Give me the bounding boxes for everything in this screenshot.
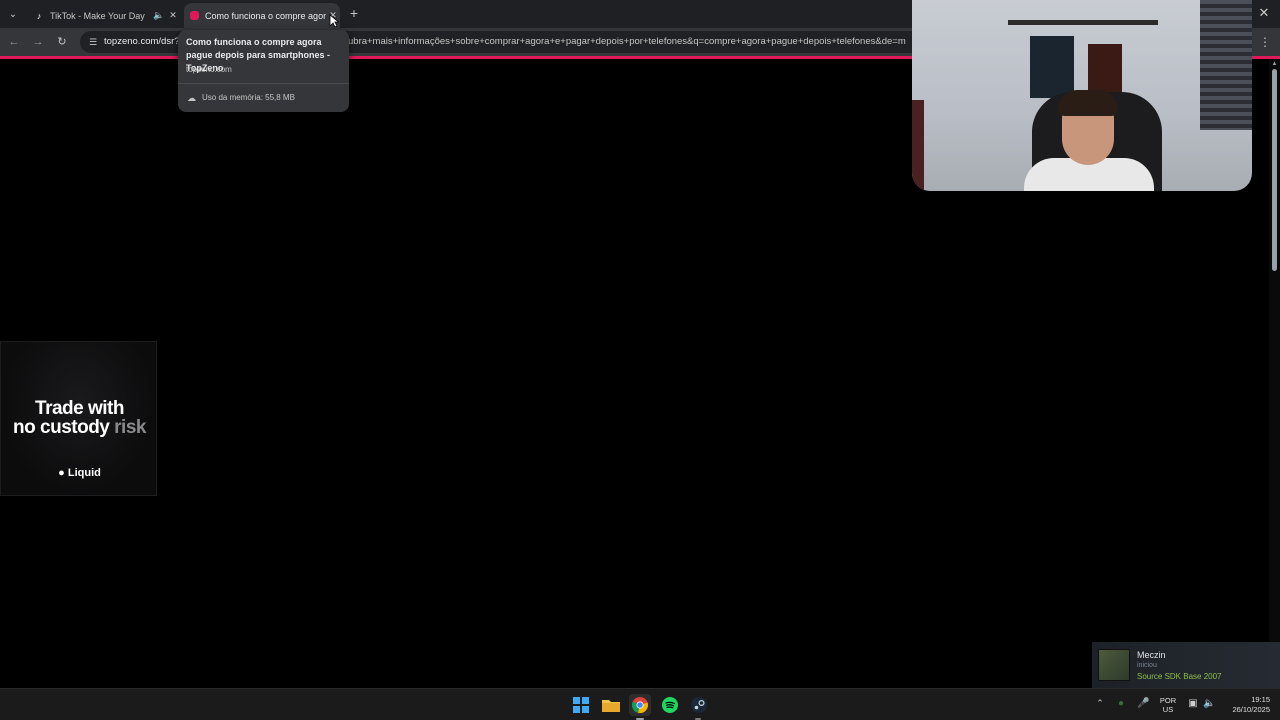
scroll-up-icon[interactable]: ▲ bbox=[1271, 61, 1278, 67]
avatar bbox=[1098, 649, 1130, 681]
keyboard-layout: US bbox=[1162, 705, 1174, 714]
tab-close-icon[interactable]: ✕ bbox=[166, 10, 180, 21]
new-tab-button[interactable]: + bbox=[346, 5, 362, 21]
scrollbar-thumb[interactable] bbox=[1272, 69, 1277, 271]
tab-hover-card: Como funciona o compre agora pague depoi… bbox=[178, 30, 349, 112]
ad-brand: ● Liquid bbox=[1, 467, 158, 479]
mouse-cursor-icon bbox=[329, 14, 339, 28]
poster bbox=[1030, 36, 1074, 98]
reload-button[interactable]: ↻ bbox=[54, 34, 70, 50]
tiktok-icon: ♪ bbox=[36, 10, 42, 21]
window-blinds bbox=[1200, 0, 1252, 130]
topzeno-icon bbox=[190, 11, 199, 20]
steam-icon[interactable] bbox=[688, 694, 710, 716]
chevron-up-icon[interactable]: ⌃ bbox=[1094, 698, 1106, 709]
taskbar: ⌃ ● 🎤 POR US ▣ 🔈 19:15 26/10/2025 bbox=[0, 688, 1280, 720]
droplet-icon: ● bbox=[58, 467, 65, 479]
scrollbar[interactable]: ▲ ▼ bbox=[1269, 59, 1280, 688]
window-close-button[interactable]: ✕ bbox=[1256, 5, 1272, 21]
speaker-icon[interactable]: 🔈 bbox=[152, 10, 166, 21]
url-query: ubra+mais+informações+sobre+comprar+agor… bbox=[348, 36, 906, 47]
ad-headline-2: no custody risk bbox=[1, 417, 158, 439]
site-settings-icon[interactable]: ☰ bbox=[86, 35, 100, 49]
ad-banner[interactable]: Trade with no custody risk ● Liquid bbox=[0, 341, 157, 496]
memory-icon: ☁ bbox=[187, 93, 196, 103]
friend-status: iniciou bbox=[1137, 662, 1157, 669]
divider bbox=[178, 83, 349, 84]
language-code: POR bbox=[1159, 696, 1177, 705]
spotify-icon[interactable] bbox=[659, 694, 681, 716]
windows-start-icon[interactable] bbox=[570, 694, 592, 716]
clock[interactable]: 19:15 26/10/2025 bbox=[1224, 695, 1270, 715]
tab-topzeno[interactable]: Como funciona o compre agora ✕ bbox=[184, 3, 340, 28]
forward-button[interactable]: → bbox=[30, 34, 46, 50]
poster bbox=[1088, 44, 1122, 96]
tab-search-button[interactable]: ⌄ bbox=[4, 5, 22, 23]
time: 19:15 bbox=[1251, 695, 1270, 704]
hover-card-domain: topzeno.com bbox=[186, 65, 232, 74]
network-icon[interactable]: ▣ bbox=[1187, 698, 1199, 710]
chrome-icon[interactable] bbox=[629, 694, 651, 716]
menu-icon[interactable]: ⋮ bbox=[1258, 34, 1272, 50]
volume-icon[interactable]: 🔈 bbox=[1203, 698, 1215, 710]
date: 26/10/2025 bbox=[1232, 705, 1270, 714]
tray-app-icon[interactable]: ● bbox=[1115, 698, 1127, 710]
tab-title: Como funciona o compre agora bbox=[205, 10, 326, 21]
friend-name: Meczin bbox=[1137, 650, 1166, 660]
person-hair bbox=[1058, 90, 1118, 116]
hover-card-memory: Uso da memória: 55,8 MB bbox=[202, 93, 295, 102]
tab-tiktok[interactable]: ♪ TikTok - Make Your Day 🔈 ✕ bbox=[28, 3, 180, 28]
ad-headline-2b: risk bbox=[114, 417, 146, 438]
back-button[interactable]: ← bbox=[6, 34, 22, 50]
webcam-overlay bbox=[912, 0, 1252, 191]
ad-brand-text: Liquid bbox=[67, 467, 101, 479]
chevron-down-icon: ⌄ bbox=[8, 8, 18, 20]
ad-headline-2a: no custody bbox=[13, 417, 110, 438]
background-object bbox=[912, 100, 924, 191]
input-language[interactable]: POR US bbox=[1157, 696, 1179, 714]
tab-title: TikTok - Make Your Day bbox=[50, 10, 145, 21]
file-explorer-icon[interactable] bbox=[600, 694, 622, 716]
game-name: Source SDK Base 2007 bbox=[1137, 672, 1222, 681]
url-domain: topzeno.com/dsr? bbox=[104, 36, 180, 47]
steam-notification[interactable]: Meczin iniciou Source SDK Base 2007 bbox=[1092, 642, 1280, 688]
microphone-icon[interactable]: 🎤 bbox=[1137, 698, 1149, 710]
shelf bbox=[1008, 20, 1158, 25]
